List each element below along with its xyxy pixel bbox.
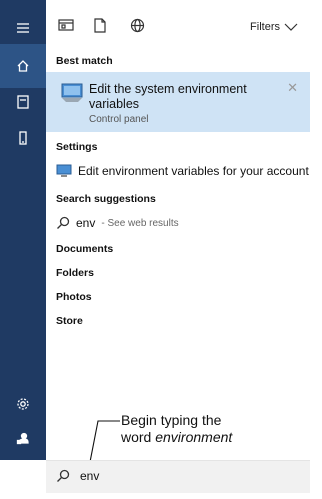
search-box-icon <box>57 469 70 482</box>
callout-line-2-prefix: word <box>121 429 156 445</box>
search-input-value[interactable]: env <box>80 469 99 483</box>
suggestion-query: env <box>76 216 96 230</box>
section-documents[interactable]: Documents <box>56 243 113 255</box>
best-match-result[interactable]: Edit the system environment variables Co… <box>46 72 310 132</box>
search-results-panel: Filters Best match Edit the system envir… <box>46 0 310 460</box>
section-settings: Settings <box>56 141 98 153</box>
apps-filter-icon[interactable] <box>58 18 76 36</box>
search-box[interactable]: env <box>46 460 310 493</box>
user-account-icon[interactable] <box>0 416 46 460</box>
section-photos[interactable]: Photos <box>56 291 92 303</box>
control-panel-icon <box>61 83 83 102</box>
suggestion-hint: - See web results <box>101 217 179 229</box>
monitor-icon <box>56 164 72 177</box>
best-match-subtitle: Control panel <box>89 114 149 125</box>
left-rail <box>0 0 46 460</box>
device-icon[interactable] <box>0 116 46 160</box>
chevron-down-icon <box>284 23 298 31</box>
search-icon <box>57 216 70 229</box>
callout-emphasis: environment <box>155 429 233 445</box>
rail-footer <box>0 460 46 499</box>
toolbar: Filters <box>46 0 310 48</box>
section-search-suggestions: Search suggestions <box>56 193 156 205</box>
suggestion-item[interactable]: env - See web results <box>56 216 179 230</box>
section-best-match: Best match <box>56 55 113 67</box>
settings-result-label: Edit environment variables for your acco… <box>78 164 309 178</box>
document-filter-icon[interactable] <box>94 18 112 36</box>
callout-line-1: Begin typing the <box>121 412 222 428</box>
best-match-title: Edit the system environment variables <box>89 82 247 111</box>
filters-label: Filters <box>250 21 280 33</box>
settings-result-item[interactable]: Edit environment variables for your acco… <box>56 164 309 178</box>
section-store[interactable]: Store <box>56 315 83 327</box>
annotation-callout: Begin typing the word environment <box>121 412 261 446</box>
callout-line-2: word environment <box>121 429 261 446</box>
section-folders[interactable]: Folders <box>56 267 94 279</box>
right-margin <box>310 0 322 499</box>
web-globe-icon[interactable] <box>130 18 148 36</box>
filters-dropdown[interactable]: Filters <box>250 21 298 33</box>
close-icon[interactable]: ✕ <box>287 80 298 96</box>
